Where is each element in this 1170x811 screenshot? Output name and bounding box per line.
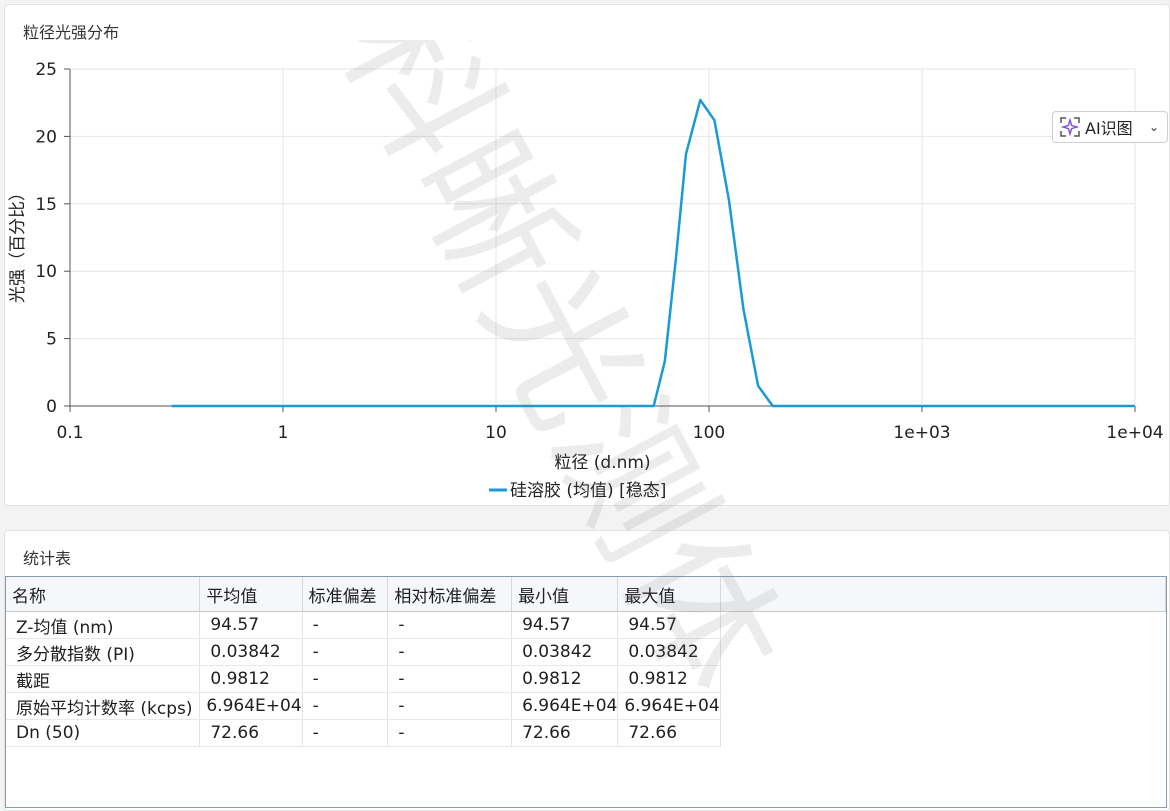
y-tick-label: 5 (46, 330, 57, 350)
cell-filler (720, 720, 1165, 747)
table-row[interactable]: 截距 0.9812 - - 0.9812 0.9812 (6, 665, 1166, 693)
y-axis-label: 光强（百分比） (8, 184, 28, 303)
chart-svg: 0 5 10 15 20 25 0.1 1 10 100 1e+03 1e+04 粒径 (d.nm) 光强… (8, 60, 1164, 501)
cell-rsd: - (387, 611, 513, 639)
cell-rsd: - (387, 692, 513, 720)
col-header-filler (720, 577, 1166, 612)
x-tick-label: 10 (485, 423, 507, 443)
y-tick-label: 20 (35, 127, 57, 147)
col-header-std[interactable]: 标准偏差 (302, 577, 389, 612)
cell-mean: 94.57 (199, 611, 303, 639)
y-tick-label: 25 (35, 60, 57, 80)
cell-max: 0.9812 (617, 665, 721, 693)
y-tick-label: 15 (35, 195, 57, 215)
cell-min: 0.9812 (511, 665, 619, 693)
table-row[interactable]: Dn (50) 72.66 - - 72.66 72.66 (6, 719, 1166, 747)
cell-min: 6.964E+04 (511, 692, 619, 720)
stats-table-container: 名称 平均值 标准偏差 相对标准偏差 最小值 最大值 Z-均值 (nm) 94.… (5, 576, 1167, 808)
table-row[interactable]: 原始平均计数率 (kcps) 6.964E+04 - - 6.964E+04 6… (6, 692, 1166, 720)
cell-min: 72.66 (511, 719, 619, 747)
x-tick-label: 0.1 (56, 423, 83, 443)
cell-std: - (302, 665, 389, 693)
cell-mean: 72.66 (199, 719, 303, 747)
stats-panel-title: 统计表 (23, 549, 72, 568)
ai-recognize-button[interactable]: AI识图 ⌄ (1052, 111, 1168, 143)
chevron-down-icon: ⌄ (1148, 120, 1159, 134)
x-tick-label: 1e+03 (893, 423, 950, 443)
ai-button-label: AI识图 (1085, 119, 1133, 138)
table-header-row: 名称 平均值 标准偏差 相对标准偏差 最小值 最大值 (6, 577, 1166, 612)
legend-label: 硅溶胶 (均值) [稳态] (510, 481, 666, 501)
x-tick-label: 1e+04 (1106, 423, 1163, 443)
col-header-max[interactable]: 最大值 (617, 577, 721, 612)
y-tick-label: 10 (35, 262, 57, 282)
cell-min: 0.03842 (511, 638, 619, 666)
x-tick-label: 100 (693, 423, 725, 443)
cell-filler (720, 639, 1165, 666)
cell-name: 多分散指数 (PI) (6, 638, 201, 666)
series-line (171, 98, 1135, 408)
cell-filler (720, 666, 1165, 693)
table-row[interactable]: Z-均值 (nm) 94.57 - - 94.57 94.57 (6, 611, 1166, 639)
cell-std: - (302, 638, 389, 666)
col-header-min[interactable]: 最小值 (511, 577, 619, 612)
cell-name: Z-均值 (nm) (6, 611, 201, 639)
cell-name: 原始平均计数率 (kcps) (6, 692, 201, 720)
y-tick-label: 0 (46, 397, 57, 417)
col-header-rsd[interactable]: 相对标准偏差 (387, 577, 513, 612)
cell-max: 0.03842 (617, 638, 721, 666)
cell-std: - (302, 692, 389, 720)
cell-max: 72.66 (617, 719, 721, 747)
cell-min: 94.57 (511, 611, 619, 639)
cell-mean: 0.03842 (199, 638, 303, 666)
x-axis-label: 粒径 (d.nm) (554, 453, 650, 473)
ai-sparkle-icon (1060, 117, 1080, 137)
cell-filler (720, 693, 1165, 720)
x-tick-label: 1 (278, 423, 289, 443)
cell-max: 94.57 (617, 611, 721, 639)
cell-mean: 0.9812 (199, 665, 303, 693)
col-header-mean[interactable]: 平均值 (199, 577, 303, 612)
cell-std: - (302, 611, 389, 639)
cell-std: - (302, 719, 389, 747)
cell-filler (720, 612, 1165, 639)
cell-mean: 6.964E+04 (199, 692, 303, 720)
cell-rsd: - (387, 665, 513, 693)
cell-name: Dn (50) (6, 719, 201, 747)
cell-max: 6.964E+04 (617, 692, 721, 720)
stats-table: 名称 平均值 标准偏差 相对标准偏差 最小值 最大值 Z-均值 (nm) 94.… (6, 577, 1166, 747)
table-row[interactable]: 多分散指数 (PI) 0.03842 - - 0.03842 0.03842 (6, 638, 1166, 666)
cell-rsd: - (387, 638, 513, 666)
cell-rsd: - (387, 719, 513, 747)
cell-name: 截距 (6, 665, 201, 693)
col-header-name[interactable]: 名称 (6, 577, 201, 612)
